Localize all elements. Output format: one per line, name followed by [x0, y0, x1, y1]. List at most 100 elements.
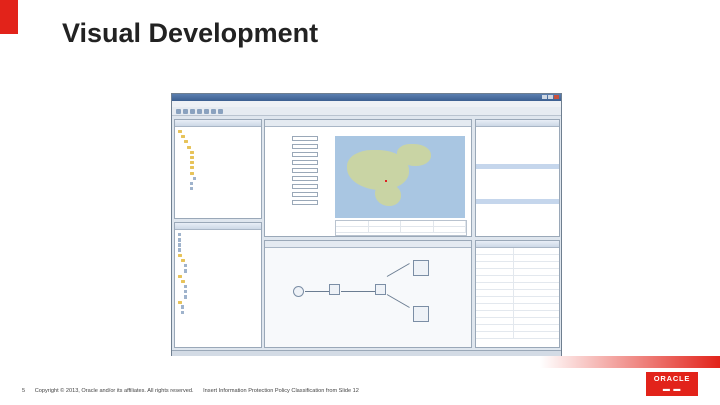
- folder-icon: [190, 156, 194, 160]
- map-landmass: [397, 144, 431, 166]
- new-icon: [176, 109, 181, 114]
- copyright-text: Copyright © 2013, Oracle and/or its affi…: [34, 388, 194, 394]
- property-row: [476, 325, 559, 332]
- form-field: [292, 175, 318, 181]
- form-row: [268, 150, 318, 158]
- taskflow-diagram: [265, 248, 471, 347]
- form-field: [292, 167, 318, 173]
- map-component: [335, 136, 465, 218]
- project-tree: [175, 127, 261, 191]
- page-number: 5: [22, 388, 26, 394]
- folder-icon: [181, 135, 185, 139]
- form-field: [292, 191, 318, 197]
- close-icon: [554, 95, 559, 99]
- save-icon: [190, 109, 195, 114]
- file-icon: [178, 248, 181, 252]
- file-icon: [190, 181, 193, 186]
- classification-text: Insert Information Protection Policy Cla…: [203, 388, 359, 394]
- property-row: [476, 297, 559, 304]
- folder-icon: [181, 259, 185, 263]
- component-list: [476, 127, 559, 229]
- start-node: [293, 286, 304, 297]
- form-field: [292, 159, 318, 165]
- tree-row: [178, 186, 259, 191]
- flow-node: [375, 284, 386, 295]
- map-landmass: [375, 184, 401, 206]
- property-row: [476, 255, 559, 262]
- flow-link: [386, 294, 410, 308]
- property-row: [476, 262, 559, 269]
- flow-link: [386, 263, 410, 277]
- structure-tree: [175, 230, 261, 315]
- footer-text: 5 Copyright © 2013, Oracle and/or its af…: [22, 388, 367, 394]
- file-icon: [184, 295, 187, 299]
- flow-link: [341, 291, 375, 292]
- flow-node: [413, 306, 429, 322]
- ide-titlebar: [172, 94, 561, 101]
- property-table: [476, 248, 559, 339]
- data-table: [335, 220, 467, 236]
- file-icon: [178, 238, 181, 242]
- folder-icon: [178, 253, 182, 257]
- component-palette-pane: [475, 119, 560, 237]
- file-icon: [193, 176, 196, 181]
- form-field: [292, 135, 318, 141]
- folder-icon: [190, 166, 194, 170]
- folder-icon: [187, 145, 191, 149]
- form-row: [268, 198, 318, 206]
- window-controls: [542, 95, 559, 99]
- property-row: [476, 290, 559, 297]
- form-row: [268, 166, 318, 174]
- taskflow-editor-pane: [264, 240, 472, 348]
- folder-icon: [178, 274, 182, 278]
- redo-icon: [204, 109, 209, 114]
- file-icon: [184, 284, 187, 289]
- form-row: [268, 142, 318, 150]
- form-row: [268, 134, 318, 142]
- oracle-logo: ORACLE ▬ ▬: [646, 372, 698, 396]
- projects-pane: [174, 119, 262, 219]
- property-row: [476, 304, 559, 311]
- palette-item: [476, 224, 559, 229]
- folder-icon: [184, 140, 188, 144]
- tree-row: [178, 310, 259, 315]
- maximize-icon: [548, 95, 553, 99]
- file-icon: [184, 289, 187, 294]
- property-row: [476, 311, 559, 318]
- flow-link: [305, 291, 329, 292]
- footer-red-band: [0, 356, 720, 368]
- property-row: [476, 332, 559, 339]
- form-row: [268, 158, 318, 166]
- folder-icon: [190, 161, 194, 165]
- form-row: [268, 190, 318, 198]
- property-inspector-pane: [475, 240, 560, 348]
- structure-pane-header: [175, 223, 261, 230]
- file-icon: [184, 269, 187, 273]
- flow-node: [329, 284, 340, 295]
- file-icon: [190, 186, 193, 191]
- undo-icon: [197, 109, 202, 114]
- file-icon: [178, 232, 181, 237]
- taskflow-tabstrip: [265, 241, 471, 248]
- folder-icon: [181, 279, 185, 283]
- map-marker: [385, 180, 387, 182]
- open-icon: [183, 109, 188, 114]
- folder-icon: [190, 171, 194, 175]
- property-row: [476, 276, 559, 283]
- form-field: [292, 143, 318, 149]
- form-field: [292, 199, 318, 205]
- form-field: [292, 151, 318, 157]
- form-row: [268, 182, 318, 190]
- table-row: [336, 227, 466, 233]
- flow-node: [413, 260, 429, 276]
- property-inspector-header: [476, 241, 559, 248]
- debug-icon: [218, 109, 223, 114]
- property-row: [476, 269, 559, 276]
- oracle-logo-mark: ▬ ▬: [662, 386, 682, 393]
- file-icon: [181, 310, 184, 315]
- minimize-icon: [542, 95, 547, 99]
- property-row: [476, 318, 559, 325]
- structure-pane: [174, 222, 262, 348]
- editor-tabstrip: [265, 120, 471, 127]
- projects-pane-header: [175, 120, 261, 127]
